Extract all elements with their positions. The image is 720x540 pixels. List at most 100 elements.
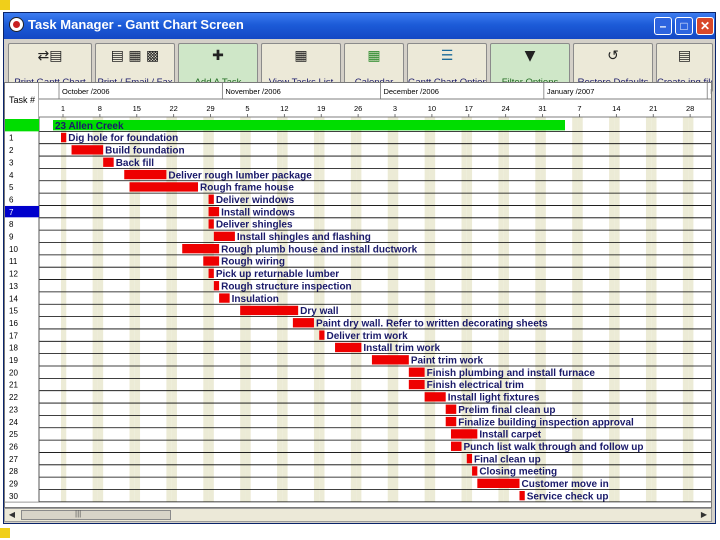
close-button[interactable]: ✕ (696, 17, 714, 35)
task-bar[interactable] (103, 157, 114, 167)
scrollbar-thumb[interactable] (21, 510, 171, 520)
task-number[interactable]: 3 (9, 158, 14, 167)
task-number[interactable]: 26 (9, 442, 18, 451)
task-bar[interactable] (319, 330, 325, 340)
project-bar[interactable] (53, 120, 565, 131)
task-number[interactable]: 12 (9, 270, 18, 279)
scroll-right-arrow-icon[interactable]: ▶ (697, 509, 711, 521)
task-number[interactable]: 9 (9, 233, 14, 242)
task-number[interactable]: 24 (9, 418, 18, 427)
add-task-icon: ✚ (212, 48, 224, 64)
task-bar[interactable] (466, 453, 473, 464)
title-bar: Task Manager - Gantt Chart Screen – □ ✕ (4, 13, 715, 39)
task-bar[interactable] (129, 182, 199, 192)
task-number[interactable]: 17 (9, 331, 18, 340)
task-label: Install light fixtures (448, 393, 540, 404)
task-number[interactable]: 4 (9, 171, 14, 180)
task-bar[interactable] (450, 429, 478, 439)
weekend-shade (688, 117, 694, 502)
task-number[interactable]: 15 (9, 307, 18, 316)
task-number[interactable]: 7 (9, 208, 14, 217)
task-label: Customer move in (521, 479, 608, 490)
task-bar[interactable] (208, 206, 220, 217)
task-number[interactable]: 11 (9, 257, 18, 266)
task-number[interactable]: 6 (9, 195, 14, 204)
weekend-shade (92, 117, 98, 502)
task-bar[interactable] (219, 293, 230, 303)
task-number[interactable]: 2 (9, 146, 14, 155)
task-number[interactable]: 22 (9, 393, 18, 402)
task-number[interactable]: 19 (9, 356, 18, 365)
weekend-shade (61, 117, 67, 502)
day-tick-label: 28 (686, 104, 694, 113)
gantt-chart[interactable]: Task #1234567891011121314151617181920212… (5, 83, 711, 507)
day-tick-label: 21 (649, 104, 657, 113)
task-number[interactable]: 10 (9, 245, 18, 254)
scroll-left-arrow-icon[interactable]: ◀ (5, 509, 19, 521)
task-bar[interactable] (445, 416, 457, 427)
task-number[interactable]: 28 (9, 467, 18, 476)
task-label: Rough frame house (200, 183, 294, 194)
task-bar[interactable] (445, 404, 457, 414)
task-bar[interactable] (61, 132, 67, 143)
month-label: Fe (710, 87, 711, 96)
task-bar[interactable] (472, 466, 478, 476)
task-bar[interactable] (371, 355, 409, 365)
task-label: Deliver rough lumber package (168, 170, 312, 181)
task-number[interactable]: 29 (9, 480, 18, 489)
scroll-grip-icon: ||| (75, 509, 82, 518)
weekend-shade (356, 117, 362, 502)
task-number[interactable]: 13 (9, 282, 18, 291)
gantt-chart-pane[interactable]: Task #1 2 3 4 5 6 7 8 9 10 11 12 13 14 15 16 17 18 19 20 21 2… (4, 82, 712, 508)
task-bar[interactable] (240, 305, 299, 316)
day-tick-label: 29 (206, 104, 214, 113)
maximize-button[interactable]: □ (675, 17, 693, 35)
task-number[interactable]: 30 (9, 492, 18, 501)
day-tick-label: 26 (354, 104, 362, 113)
day-tick-label: 14 (612, 104, 620, 113)
weekend-shade (429, 117, 436, 502)
task-bar[interactable] (124, 169, 167, 180)
task-bar[interactable] (424, 392, 446, 402)
task-bar[interactable] (408, 379, 425, 390)
task-bar[interactable] (519, 491, 525, 501)
horizontal-scrollbar[interactable]: ◀ ||| ▶ (4, 508, 712, 522)
task-bar[interactable] (408, 367, 425, 377)
task-number[interactable]: 1 (9, 134, 14, 143)
day-tick-label: 12 (280, 104, 288, 113)
calendar-icon: ▦ (367, 48, 381, 64)
task-number[interactable]: 25 (9, 430, 18, 439)
printer-arrow-icon: ⇄▤ (37, 48, 63, 64)
task-label: Closing meeting (479, 467, 557, 478)
task-number[interactable]: 18 (9, 344, 18, 353)
task-number[interactable]: 20 (9, 368, 18, 377)
task-number[interactable]: 23 (9, 405, 18, 414)
task-bar[interactable] (182, 244, 220, 254)
task-bar[interactable] (335, 342, 362, 353)
month-label: October /2006 (62, 87, 110, 96)
task-bar[interactable] (71, 145, 104, 155)
task-bar[interactable] (203, 256, 220, 266)
task-number[interactable]: 5 (9, 183, 14, 192)
weekend-shade (651, 117, 657, 502)
task-bar[interactable] (213, 231, 235, 241)
task-bar[interactable] (208, 194, 214, 204)
weekend-shade (645, 117, 652, 502)
task-number[interactable]: 14 (9, 294, 18, 303)
weekend-shade (393, 117, 399, 502)
task-label: Finish plumbing and install furnace (427, 368, 596, 379)
task-number[interactable]: 8 (9, 220, 14, 229)
task-number[interactable]: 21 (9, 381, 18, 390)
minimize-button[interactable]: – (654, 17, 672, 35)
task-number[interactable]: 27 (9, 455, 18, 464)
task-bar[interactable] (208, 268, 214, 279)
month-label: December /2006 (383, 87, 438, 96)
task-number[interactable]: 16 (9, 319, 18, 328)
task-bar[interactable] (208, 219, 214, 229)
task-bar[interactable] (213, 281, 220, 291)
task-bar[interactable] (477, 478, 520, 488)
task-bar[interactable] (450, 441, 462, 451)
task-label: Pick up returnable lumber (216, 269, 339, 280)
task-label: Paint dry wall. Refer to written decorat… (316, 318, 548, 329)
task-bar[interactable] (292, 318, 314, 328)
